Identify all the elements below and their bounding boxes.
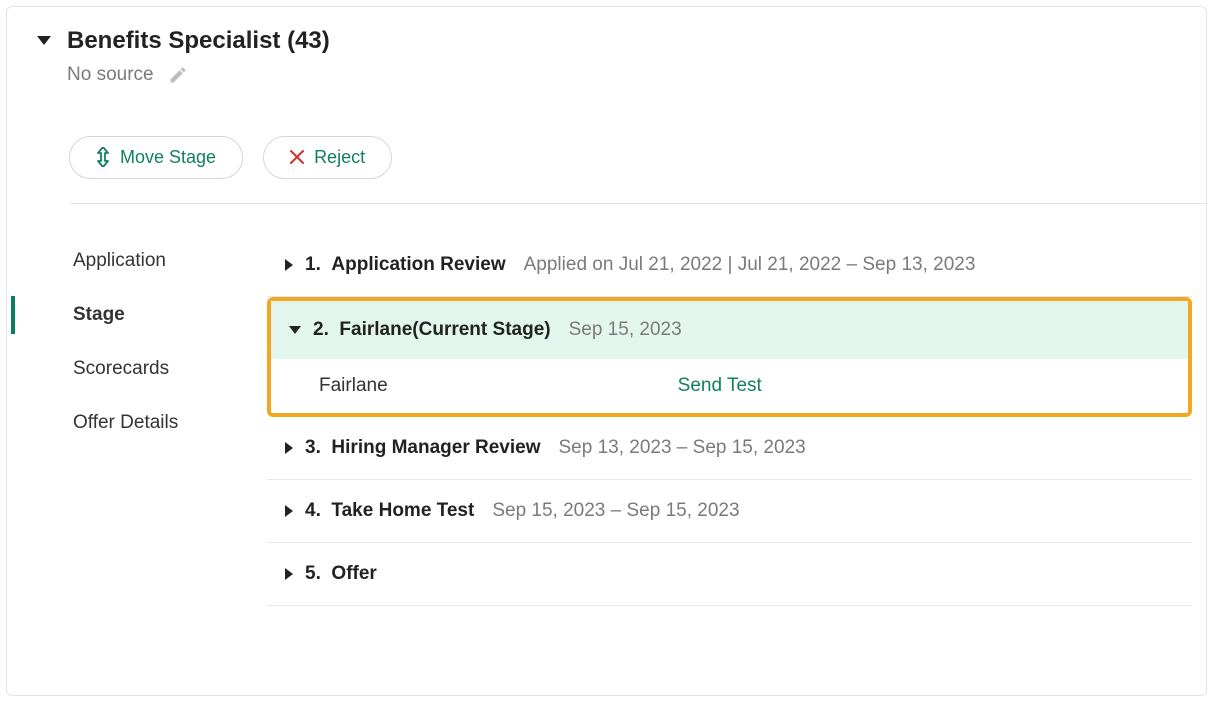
stage-meta: Applied on Jul 21, 2022 | Jul 21, 2022 –… bbox=[524, 254, 976, 276]
stage-meta: Sep 15, 2023 – Sep 15, 2023 bbox=[492, 500, 739, 522]
move-stage-button[interactable]: Move Stage bbox=[69, 136, 243, 179]
stage-row-2[interactable]: 2. Fairlane(Current Stage) Sep 15, 2023 bbox=[271, 301, 1188, 359]
stage-row-1[interactable]: 1. Application Review Applied on Jul 21,… bbox=[267, 234, 1192, 297]
edit-icon[interactable] bbox=[168, 65, 188, 85]
expand-icon bbox=[285, 568, 293, 580]
expand-icon bbox=[285, 259, 293, 271]
move-stage-label: Move Stage bbox=[120, 147, 216, 168]
stage-meta: Sep 15, 2023 bbox=[569, 319, 682, 341]
stage-meta: Sep 13, 2023 – Sep 15, 2023 bbox=[558, 437, 805, 459]
stage-subitem: Fairlane Send Test bbox=[271, 359, 1188, 413]
stage-label: 5. Offer bbox=[305, 563, 377, 585]
stage-row-4[interactable]: 4. Take Home Test Sep 15, 2023 – Sep 15,… bbox=[267, 480, 1192, 543]
reject-label: Reject bbox=[314, 147, 365, 168]
expand-icon bbox=[285, 442, 293, 454]
divider bbox=[69, 203, 1206, 204]
sidebar-item-application[interactable]: Application bbox=[55, 234, 267, 288]
stage-label: 4. Take Home Test bbox=[305, 500, 474, 522]
job-title: Benefits Specialist (43) bbox=[67, 27, 330, 56]
subitem-name: Fairlane bbox=[319, 375, 388, 397]
sidebar-item-scorecards[interactable]: Scorecards bbox=[55, 342, 267, 396]
source-row: No source bbox=[67, 64, 330, 86]
stage-row-3[interactable]: 3. Hiring Manager Review Sep 13, 2023 – … bbox=[267, 417, 1192, 480]
stage-label: 3. Hiring Manager Review bbox=[305, 437, 540, 459]
collapse-icon bbox=[289, 326, 301, 334]
stage-row-5[interactable]: 5. Offer bbox=[267, 543, 1192, 606]
send-test-link[interactable]: Send Test bbox=[678, 375, 762, 397]
stages-list: 1. Application Review Applied on Jul 21,… bbox=[267, 234, 1206, 606]
panel-body: Application Stage Scorecards Offer Detai… bbox=[7, 234, 1206, 606]
stage-label: 2. Fairlane(Current Stage) bbox=[313, 319, 551, 341]
action-buttons: Move Stage Reject bbox=[69, 136, 1206, 179]
reject-button[interactable]: Reject bbox=[263, 136, 392, 179]
x-icon bbox=[290, 150, 304, 164]
panel-header: Benefits Specialist (43) No source bbox=[7, 7, 1206, 86]
move-icon bbox=[96, 147, 110, 167]
candidate-panel: Benefits Specialist (43) No source Move … bbox=[6, 6, 1207, 696]
current-stage-highlight: 2. Fairlane(Current Stage) Sep 15, 2023 … bbox=[267, 297, 1192, 417]
header-text: Benefits Specialist (43) No source bbox=[67, 27, 330, 86]
collapse-icon[interactable] bbox=[37, 36, 51, 45]
sidebar-item-stage[interactable]: Stage bbox=[55, 288, 267, 342]
sidebar-item-offer-details[interactable]: Offer Details bbox=[55, 396, 267, 450]
sidebar: Application Stage Scorecards Offer Detai… bbox=[7, 234, 267, 606]
stage-label: 1. Application Review bbox=[305, 254, 506, 276]
source-label: No source bbox=[67, 64, 154, 86]
expand-icon bbox=[285, 505, 293, 517]
